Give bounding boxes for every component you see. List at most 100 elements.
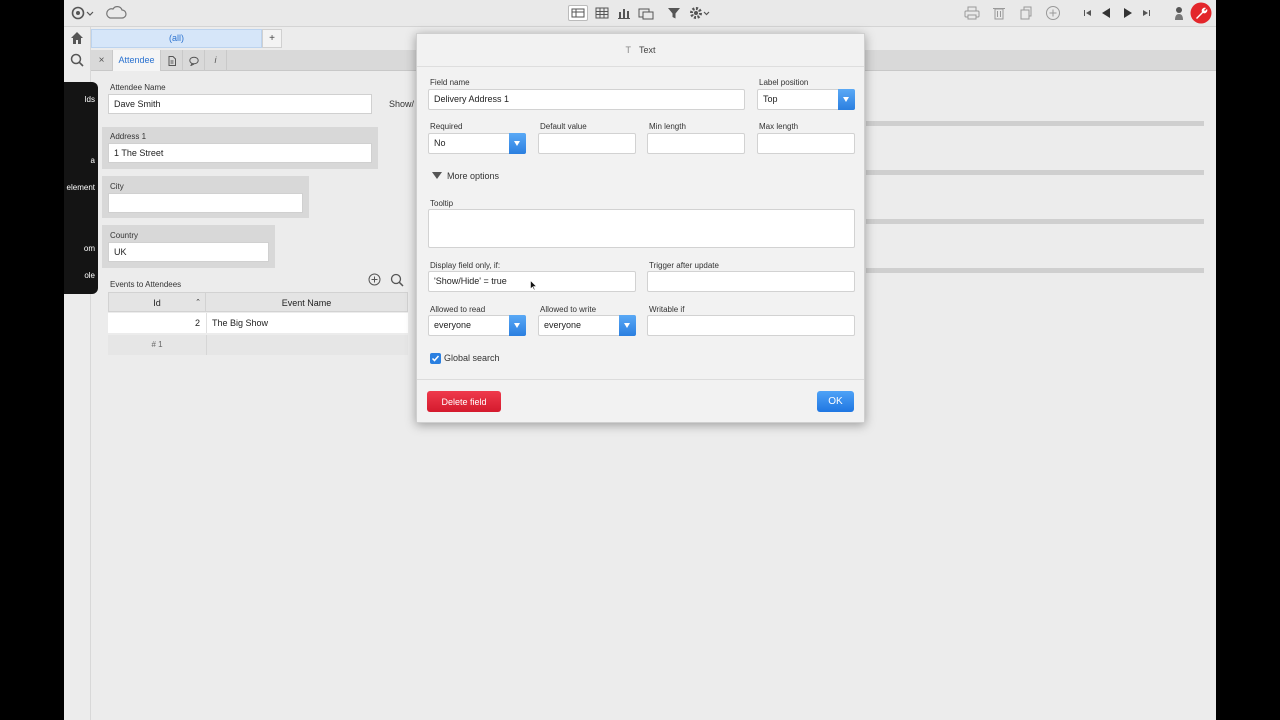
required-value: No <box>434 138 446 148</box>
trigger-after-update-label: Trigger after update <box>649 261 719 270</box>
flyout-item-om[interactable]: om <box>84 244 95 253</box>
tab-comments[interactable] <box>183 50 205 71</box>
checkmark-icon <box>431 355 440 362</box>
trash-icon[interactable] <box>990 5 1008 21</box>
allowed-to-write-value: everyone <box>544 320 582 330</box>
field-settings-dialog: T Text Field name Delivery Address 1 Labe… <box>416 33 865 423</box>
add-view-tab-button[interactable]: + <box>262 29 282 48</box>
ok-button[interactable]: OK <box>817 391 854 412</box>
new-row-cell <box>206 335 408 355</box>
allowed-to-read-value: everyone <box>434 320 472 330</box>
label-position-value: Top <box>763 94 778 104</box>
app-window: lds a element om ole (all) + × Attendee … <box>64 0 1216 720</box>
flyout-item-ole[interactable]: ole <box>84 271 95 280</box>
previous-record-icon[interactable] <box>1098 5 1114 21</box>
more-options-label: More options <box>447 171 500 181</box>
column-header-event-name[interactable]: Event Name <box>206 292 408 312</box>
table-view-icon[interactable] <box>592 5 612 21</box>
city-field[interactable] <box>108 193 303 213</box>
first-record-icon[interactable] <box>1080 5 1096 21</box>
user-avatar-icon[interactable] <box>1172 5 1186 21</box>
delete-field-button[interactable]: Delete field <box>427 391 501 412</box>
duplicate-icon[interactable] <box>1017 5 1035 21</box>
settings-gear-icon[interactable] <box>688 5 712 21</box>
home-icon[interactable] <box>70 31 84 47</box>
max-length-label: Max length <box>759 122 799 131</box>
writable-if-input[interactable] <box>647 315 855 336</box>
country-label: Country <box>110 231 139 240</box>
search-icon[interactable] <box>70 53 84 69</box>
next-record-icon[interactable] <box>1120 5 1136 21</box>
required-label: Required <box>430 122 463 131</box>
sidebar-flyout-menu: lds a element om ole <box>64 82 98 294</box>
form-view-icon[interactable] <box>568 5 588 21</box>
chart-view-icon[interactable] <box>614 5 634 21</box>
chevron-down-icon <box>619 315 636 336</box>
close-tab-button[interactable]: × <box>91 50 113 71</box>
column-header-id-label: Id <box>153 298 161 308</box>
default-value-input[interactable] <box>538 133 636 154</box>
app-menu-icon[interactable] <box>70 5 94 21</box>
city-label: City <box>110 182 124 191</box>
toolbar <box>64 0 1216 27</box>
cell-event-name: The Big Show <box>206 313 408 333</box>
cell-id: 2 <box>108 313 206 333</box>
show-hide-label: Show/ <box>389 99 415 109</box>
section-divider <box>866 268 1204 273</box>
mouse-cursor-icon <box>530 279 538 293</box>
flyout-item-a[interactable]: a <box>91 156 95 165</box>
label-position-label: Label position <box>759 78 809 87</box>
document-icon <box>168 55 176 66</box>
speech-bubble-icon <box>188 55 199 67</box>
country-field[interactable]: UK <box>108 242 269 262</box>
tooltip-label: Tooltip <box>430 199 454 208</box>
last-record-icon[interactable] <box>1138 5 1154 21</box>
print-icon[interactable] <box>962 5 982 21</box>
writable-if-label: Writable if <box>649 305 685 314</box>
add-event-icon[interactable] <box>368 273 381 288</box>
trigger-after-update-input[interactable] <box>647 271 855 292</box>
address1-field[interactable]: 1 The Street <box>108 143 372 163</box>
column-header-id[interactable]: Id ⌃ <box>108 292 206 312</box>
global-search-option: Global search <box>430 352 500 365</box>
tab-info[interactable]: i <box>205 50 227 71</box>
field-name-label: Field name <box>430 78 470 87</box>
section-divider <box>866 219 1204 224</box>
allowed-to-write-select[interactable]: everyone <box>538 315 636 336</box>
flyout-item-fields[interactable]: lds <box>85 95 95 104</box>
min-length-input[interactable] <box>647 133 745 154</box>
tooltip-textarea[interactable] <box>428 209 855 248</box>
attendee-name-label: Attendee Name <box>110 83 166 92</box>
tab-document[interactable] <box>161 50 183 71</box>
allowed-to-read-select[interactable]: everyone <box>428 315 526 336</box>
text-type-icon: T <box>625 45 631 55</box>
search-events-icon[interactable] <box>390 273 404 289</box>
attendee-name-field[interactable]: Dave Smith <box>108 94 372 114</box>
required-select[interactable]: No <box>428 133 526 154</box>
events-table-title: Events to Attendees <box>110 280 182 289</box>
tab-attendee[interactable]: Attendee <box>113 50 161 71</box>
flyout-item-element[interactable]: element <box>67 183 95 192</box>
dialog-footer-divider <box>417 379 864 380</box>
more-options-toggle[interactable]: More options <box>432 170 499 182</box>
default-value-label: Default value <box>540 122 587 131</box>
max-length-input[interactable] <box>757 133 855 154</box>
allowed-to-write-label: Allowed to write <box>540 305 597 314</box>
global-search-checkbox[interactable] <box>430 353 441 365</box>
filter-icon[interactable] <box>666 5 682 21</box>
allowed-to-read-label: Allowed to read <box>430 305 486 314</box>
edit-mode-wrench-icon[interactable] <box>1190 2 1212 24</box>
dialog-header: T Text <box>417 34 864 67</box>
pivot-view-icon[interactable] <box>636 5 656 21</box>
cloud-icon[interactable] <box>104 5 128 21</box>
new-row-marker: # 1 <box>108 335 206 355</box>
section-divider <box>866 121 1204 126</box>
chevron-down-icon <box>838 89 855 110</box>
triangle-down-icon <box>432 171 442 183</box>
label-position-select[interactable]: Top <box>757 89 855 110</box>
tab-all-view[interactable]: (all) <box>91 29 262 48</box>
display-if-label: Display field only, if: <box>430 261 501 270</box>
field-name-input[interactable]: Delivery Address 1 <box>428 89 745 110</box>
add-record-icon[interactable] <box>1044 5 1062 21</box>
min-length-label: Min length <box>649 122 686 131</box>
